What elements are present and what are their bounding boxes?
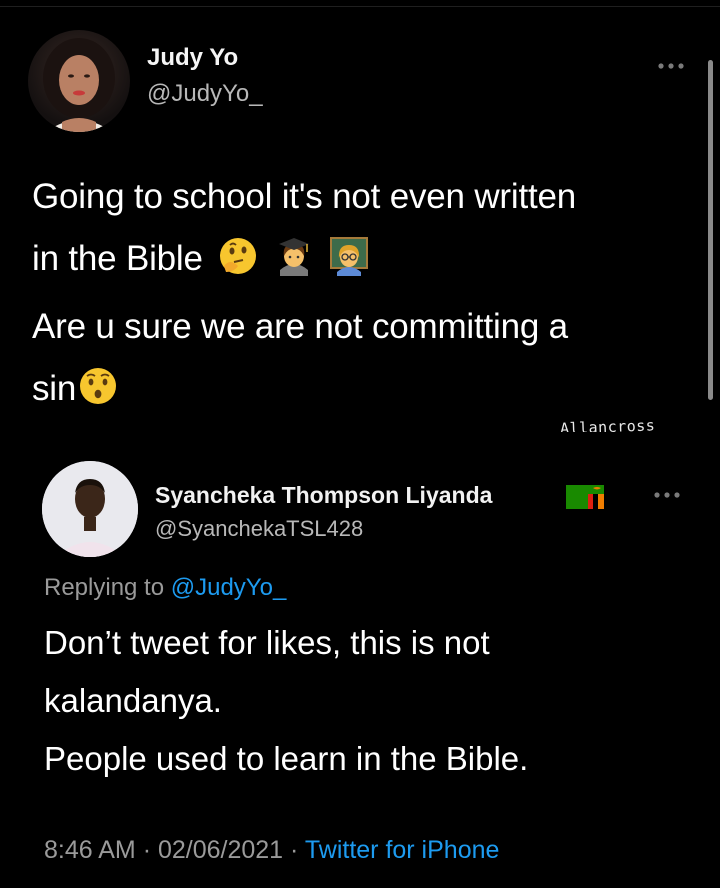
reply-author-handle[interactable]: @SyanchekaTSL428	[155, 516, 363, 542]
replying-prefix: Replying to	[44, 574, 165, 601]
top-divider	[0, 6, 720, 7]
zambia-flag-icon	[566, 485, 604, 514]
reply-author-name[interactable]: Syancheka Thompson Liyanda	[155, 482, 492, 509]
tweet-line-2: in the Bible	[32, 228, 692, 296]
ellipsis-icon[interactable]	[656, 58, 686, 76]
avatar-syancheka-image	[42, 461, 138, 557]
tweet-source-link[interactable]: Twitter for iPhone	[305, 836, 500, 864]
tweet-text-line-4: sin	[32, 369, 77, 408]
ellipsis-icon[interactable]	[652, 487, 682, 505]
reply-text-line-1: Don’t tweet for likes, this is not	[44, 624, 490, 661]
tweet-body: Going to school it's not even written in…	[32, 166, 692, 426]
reply-text-line-3: People used to learn in the Bible.	[44, 740, 529, 777]
tweet-line-1: Going to school it's not even written	[32, 166, 692, 228]
tweet-line-4: sin	[32, 358, 692, 426]
author-handle[interactable]: @JudyYo_	[147, 80, 263, 108]
separator-dot: ·	[142, 836, 152, 864]
tweet-metadata: 8:46 AM · 02/06/2021 · Twitter for iPhon…	[44, 836, 499, 865]
tweet-text-line-2: in the Bible	[32, 239, 203, 278]
scrollbar[interactable]	[708, 60, 713, 400]
student-emoji	[274, 234, 314, 296]
reply-text-line-2: kalandanya.	[44, 682, 222, 719]
tweet-text-line-3: Are u sure we are not committing a	[32, 307, 568, 346]
tweet-line-3: Are u sure we are not committing a	[32, 296, 692, 358]
tweet-date[interactable]: 02/06/2021	[158, 836, 283, 864]
avatar-syancheka[interactable]	[42, 461, 138, 557]
tweet-time[interactable]: 8:46 AM	[44, 836, 136, 864]
avatar-judy[interactable]	[28, 30, 130, 132]
reply-body: Don’t tweet for likes, this is not kalan…	[44, 614, 694, 788]
thinking-face-emoji	[218, 234, 258, 296]
teacher-emoji	[329, 234, 369, 296]
author-name[interactable]: Judy Yo	[147, 44, 238, 72]
replying-mention-link[interactable]: @JudyYo_	[171, 574, 287, 601]
separator-dot: ·	[290, 836, 299, 864]
tweet-text-line-1: Going to school it's not even written	[32, 177, 577, 216]
hushed-face-emoji	[78, 364, 118, 426]
avatar-judy-image	[43, 38, 115, 132]
replying-to: Replying to @JudyYo_	[44, 574, 286, 602]
